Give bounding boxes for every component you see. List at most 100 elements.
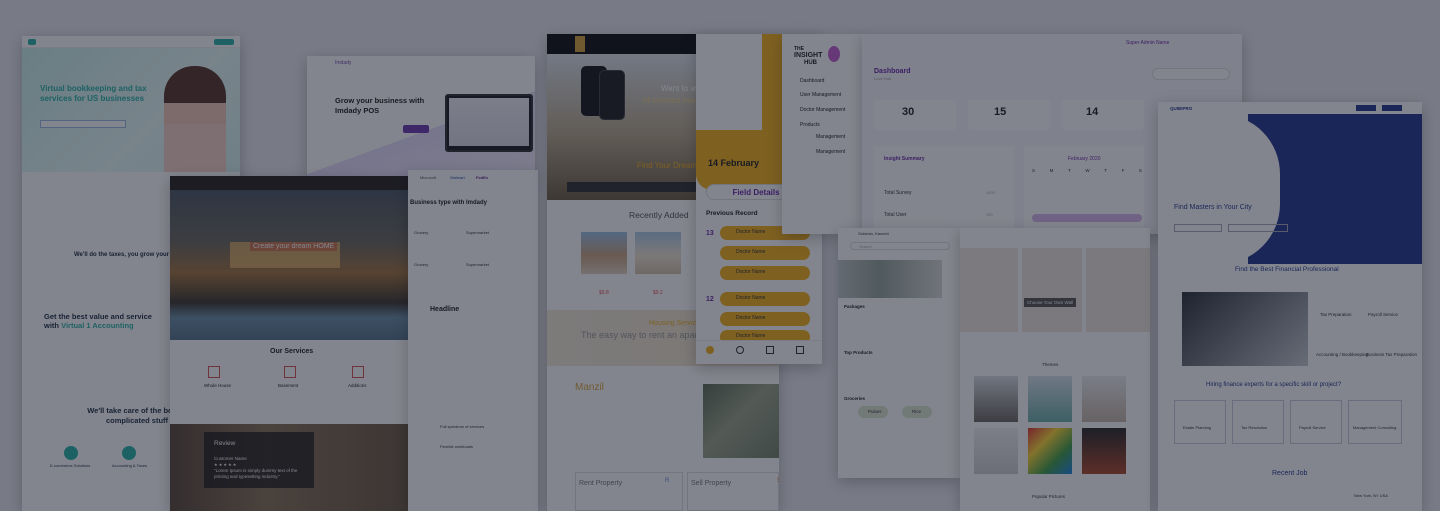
- tile-label: Estate Planning: [1183, 425, 1212, 430]
- stat-value-3: 14: [1086, 106, 1099, 118]
- popular-pictures-title: Popular Pictures: [1032, 494, 1066, 499]
- location-label[interactable]: Gulshan, Karachi: [858, 231, 889, 236]
- calendar-title: February 2020: [1068, 156, 1101, 162]
- type-supermarket-2: Supermarket: [466, 262, 489, 267]
- nav-doctor-management[interactable]: Doctor Management: [800, 107, 845, 113]
- packages-title: Packages: [844, 304, 865, 309]
- nav-user-management[interactable]: User Management: [800, 92, 841, 98]
- calendar-weekdays: SMTWTFS: [1032, 168, 1142, 176]
- imdady-headline: Grow your business with Imdady POS: [335, 96, 425, 115]
- theme-photo-3: [1082, 376, 1126, 422]
- profile-icon[interactable]: [736, 346, 744, 354]
- price-1: $9.8: [599, 290, 609, 296]
- grocery-app-card[interactable]: Gulshan, Karachi Search Packages Top Pro…: [838, 228, 960, 478]
- nav-dashboard[interactable]: Dashboard: [800, 78, 824, 84]
- property-photo-1: [581, 232, 627, 274]
- admin-user-name[interactable]: Super Admin Name: [1126, 40, 1169, 46]
- manzil-title: Manzil: [575, 382, 604, 393]
- weekday: S: [1138, 168, 1142, 173]
- weekday: W: [1085, 168, 1090, 173]
- summary-row-1: Total Survey: [884, 190, 912, 196]
- housing-sub: The easy way to rent an apar: [581, 330, 698, 340]
- price-2: $9.2: [653, 290, 663, 296]
- service-title-2: Basement: [278, 383, 299, 388]
- imdady-pos-card[interactable]: Imdady Grow your business with Imdady PO…: [307, 56, 535, 178]
- home-builder-card[interactable]: Create your dream HOME Our Services Whol…: [170, 176, 410, 511]
- brand-fedex: FedEx: [476, 175, 489, 180]
- dashboard-title: Dashboard: [874, 68, 911, 75]
- doctor-item-5[interactable]: Doctor Name: [720, 312, 810, 326]
- service-title-1: Whole House: [204, 383, 232, 388]
- get-started-button[interactable]: [403, 125, 429, 133]
- finance-masters-card[interactable]: QUIBIPRO Find Masters in Your City Find …: [1158, 102, 1422, 511]
- nav-management-2[interactable]: Management: [816, 149, 845, 155]
- sell-box[interactable]: [687, 472, 779, 511]
- search-bar[interactable]: [567, 182, 707, 192]
- type-supermarket-1: Supermarket: [466, 230, 489, 235]
- search-input[interactable]: [1152, 68, 1230, 80]
- service-payroll: Payroll Service: [1368, 312, 1399, 317]
- hero-title: Find Masters in Your City: [1174, 204, 1252, 211]
- calendar-range-highlight: [1032, 214, 1142, 222]
- review-quote: "Lorem Ipsum is simply dummy text of the…: [214, 468, 298, 479]
- art-wall-card[interactable]: Choose Your Own Wall Themes Popular Pict…: [960, 228, 1150, 511]
- nav-products[interactable]: Products: [800, 122, 820, 128]
- stat-card-3: [1062, 100, 1144, 130]
- stat-card-2: [968, 100, 1050, 130]
- logo-insight: INSIGHT: [794, 52, 823, 59]
- chip-label: Rice: [912, 409, 922, 414]
- phone-mockup-2: [599, 70, 625, 120]
- doctor-item-2[interactable]: Doctor Name: [720, 246, 810, 260]
- summary-value-2: 250: [986, 212, 993, 217]
- doctor-name: Doctor Name: [736, 295, 766, 301]
- signup-button[interactable]: [214, 39, 234, 45]
- chip-rice[interactable]: Rice: [902, 406, 932, 418]
- signup-button[interactable]: [1382, 105, 1402, 111]
- summary-value-1: 1000: [986, 190, 995, 195]
- search-input[interactable]: Search: [850, 242, 950, 250]
- login-button[interactable]: [1356, 105, 1376, 111]
- imdady-logo: Imdady: [335, 60, 352, 66]
- review-stars: ★ ★ ★ ★ ★: [214, 462, 237, 467]
- feature-full-spectrum: Full spectrum of services: [440, 424, 485, 429]
- portfolio-collage: Virtual bookkeeping and tax services for…: [0, 0, 1440, 511]
- chip-pulses[interactable]: Pulses: [858, 406, 888, 418]
- review-customer: Customer Name: [214, 456, 247, 461]
- choose-wall-button[interactable]: Choose Your Own Wall: [1024, 298, 1077, 307]
- tile-tax-resolution[interactable]: Tax Resolution: [1232, 400, 1284, 444]
- service-accounting: Accounting & Taxes: [112, 463, 148, 468]
- basement-icon: [284, 366, 296, 378]
- quibipro-logo: QUIBIPRO: [1170, 106, 1193, 111]
- hero-title: Virtual bookkeeping and tax services for…: [40, 84, 147, 103]
- business-types-card[interactable]: Microsoft Walmart FedEx Business type wi…: [408, 170, 538, 511]
- tile-estate[interactable]: Estate Planning: [1174, 400, 1226, 444]
- theme-photo-6: [1082, 428, 1126, 474]
- doctor-item-4[interactable]: Doctor Name: [720, 292, 810, 306]
- tile-payroll[interactable]: Payroll Service: [1290, 400, 1342, 444]
- hiring-title: Hiring finance experts for a specific sk…: [1206, 382, 1342, 388]
- insight-hub-nav-card[interactable]: THE INSIGHT HUB Dashboard User Managemen…: [782, 34, 864, 234]
- service-input[interactable]: [1174, 224, 1222, 232]
- location-input[interactable]: [1228, 224, 1288, 232]
- map-aerial-photo: [703, 384, 779, 458]
- doctor-item-3[interactable]: Doctor Name: [720, 266, 810, 280]
- nav-management-1[interactable]: Management: [816, 134, 845, 140]
- tile-consulting[interactable]: Management Consulting: [1348, 400, 1402, 444]
- records-icon[interactable]: [796, 346, 804, 354]
- email-input[interactable]: [40, 120, 126, 128]
- weekday: S: [1032, 168, 1036, 173]
- sell-label: Sell Property: [691, 480, 732, 487]
- previous-record-title: Previous Record: [706, 210, 758, 217]
- service-accounting: Accounting / Bookkeeping: [1316, 352, 1369, 357]
- weekday: M: [1049, 168, 1054, 173]
- type-grocery-1: Grocery: [414, 230, 429, 235]
- theme-photo-4: [974, 428, 1018, 474]
- service-tax-prep: Tax Preparation: [1320, 312, 1352, 317]
- theme-photo-5: [1028, 428, 1072, 474]
- doctor-name: Doctor Name: [736, 229, 766, 235]
- weekday: T: [1104, 168, 1107, 173]
- top-nav: [22, 36, 240, 48]
- calendar-icon[interactable]: [766, 346, 774, 354]
- theme-photo-1: [974, 376, 1018, 422]
- home-icon[interactable]: [706, 346, 714, 354]
